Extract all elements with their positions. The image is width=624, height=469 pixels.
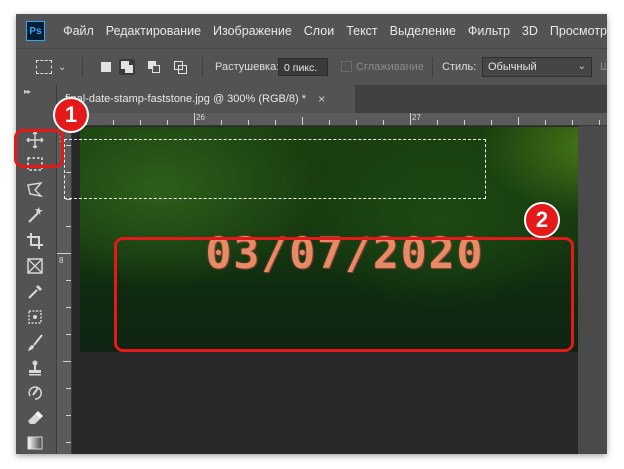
clone-stamp-tool[interactable] <box>22 357 48 379</box>
step-badge-2: 2 <box>524 202 560 238</box>
lasso-tool[interactable] <box>22 179 48 201</box>
ruler-tick <box>491 120 492 125</box>
width-label: Ш <box>600 61 607 73</box>
close-icon[interactable]: × <box>318 92 325 106</box>
ruler-tick <box>599 120 600 125</box>
document-tab-title: final-date-stamp-faststone.jpg @ 300% (R… <box>65 93 307 105</box>
ruler-tick <box>464 120 465 125</box>
stamp-icon <box>29 360 41 376</box>
intersect-selection-button[interactable] <box>172 59 188 75</box>
separator <box>202 57 203 77</box>
magic-wand-tool[interactable] <box>22 204 48 226</box>
document-tab[interactable]: final-date-stamp-faststone.jpg @ 300% (R… <box>57 85 355 113</box>
ruler-tick <box>383 120 384 125</box>
brush-tool[interactable] <box>22 332 48 354</box>
gradient-tool[interactable] <box>22 432 48 454</box>
ruler-tick <box>66 226 71 227</box>
ruler-tick <box>66 334 71 335</box>
menu-view[interactable]: Просмотр <box>550 24 607 38</box>
ruler-tick <box>518 117 519 125</box>
ruler-label: 27 <box>412 113 421 122</box>
separator <box>82 57 83 77</box>
bandage-icon <box>28 310 42 324</box>
ruler-tick <box>194 113 195 125</box>
tool-preset-picker[interactable]: ⌄ <box>36 49 66 85</box>
frame-tool[interactable] <box>22 255 48 277</box>
magic-wand-icon <box>28 207 43 223</box>
document-tab-bar: final-date-stamp-faststone.jpg @ 300% (R… <box>57 85 607 113</box>
add-to-selection-button[interactable] <box>119 59 135 75</box>
ruler-tick <box>63 361 71 362</box>
subtract-from-selection-button[interactable] <box>146 59 162 75</box>
eyedropper-tool[interactable] <box>22 281 48 303</box>
style-select[interactable]: Обычный ⌄ <box>482 57 592 77</box>
ruler-tick <box>66 307 71 308</box>
crop-tool[interactable] <box>22 230 48 252</box>
menu-edit[interactable]: Редактирование <box>106 24 201 38</box>
ruler-tick <box>66 199 71 200</box>
healing-brush-tool[interactable] <box>22 306 48 328</box>
frame-icon <box>27 258 43 274</box>
brush-icon <box>28 334 43 351</box>
ruler-label: 8 <box>59 256 64 265</box>
menu-select[interactable]: Выделение <box>390 24 456 38</box>
ruler-tick <box>221 120 222 125</box>
separator <box>432 57 433 77</box>
panel-edge <box>578 126 607 454</box>
ruler-tick <box>275 120 276 125</box>
menu-filter[interactable]: Фильтр <box>468 24 510 38</box>
ruler-tick <box>410 113 411 125</box>
ruler-tick <box>66 415 71 416</box>
photoshop-window: Ps Файл Редактирование Изображение Слои … <box>16 14 607 454</box>
highlight-date-stamp <box>114 237 574 352</box>
ruler-tick <box>302 117 303 125</box>
ruler-tick <box>248 120 249 125</box>
collapse-panel-icon[interactable]: ▸▸ <box>24 87 31 96</box>
history-brush-tool[interactable] <box>22 382 48 404</box>
menu-bar: Ps Файл Редактирование Изображение Слои … <box>16 14 607 48</box>
options-bar: ⌄ Растушевка: 0 пикс. Сглаживание Стиль:… <box>16 48 607 86</box>
ruler-tick <box>167 120 168 125</box>
ruler-tick <box>66 442 71 443</box>
menu-type[interactable]: Текст <box>346 24 377 38</box>
style-select-value: Обычный <box>488 61 537 73</box>
selection-marquee[interactable] <box>64 139 486 199</box>
ruler-tick <box>57 253 71 254</box>
photoshop-logo-icon[interactable]: Ps <box>26 21 46 41</box>
highlight-marquee-tool <box>14 129 64 168</box>
menu-file[interactable]: Файл <box>63 24 94 38</box>
ruler-label: 26 <box>196 113 205 122</box>
new-selection-button[interactable] <box>98 59 114 75</box>
ruler-tick <box>356 120 357 125</box>
ruler-tick <box>545 120 546 125</box>
crop-icon <box>27 233 43 249</box>
ruler-tick <box>66 280 71 281</box>
chevron-down-icon: ⌄ <box>577 61 586 72</box>
rectangular-marquee-icon <box>36 60 52 74</box>
style-label: Стиль: <box>442 61 477 73</box>
menu-3d[interactable]: 3D <box>522 24 538 38</box>
polygonal-lasso-icon <box>27 182 44 198</box>
eraser-icon <box>28 411 43 424</box>
eraser-tool[interactable] <box>22 407 48 429</box>
history-brush-icon <box>28 386 42 400</box>
antialias-checkbox[interactable] <box>341 61 352 72</box>
eyedropper-icon <box>28 285 42 299</box>
ruler-tick <box>437 120 438 125</box>
horizontal-ruler[interactable]: 26 27 <box>71 113 607 126</box>
chevron-down-icon: ⌄ <box>58 61 67 73</box>
feather-label: Растушевка: <box>215 61 280 73</box>
ruler-tick <box>140 120 141 125</box>
ruler-tick <box>572 120 573 125</box>
antialias-label: Сглаживание <box>356 61 424 73</box>
step-badge-1: 1 <box>53 97 89 133</box>
ruler-tick <box>113 120 114 125</box>
menu-image[interactable]: Изображение <box>213 24 292 38</box>
feather-input[interactable]: 0 пикс. <box>278 58 328 76</box>
ruler-tick <box>329 120 330 125</box>
gradient-icon <box>27 436 43 450</box>
menu-layer[interactable]: Слои <box>304 24 334 38</box>
ruler-tick <box>66 388 71 389</box>
